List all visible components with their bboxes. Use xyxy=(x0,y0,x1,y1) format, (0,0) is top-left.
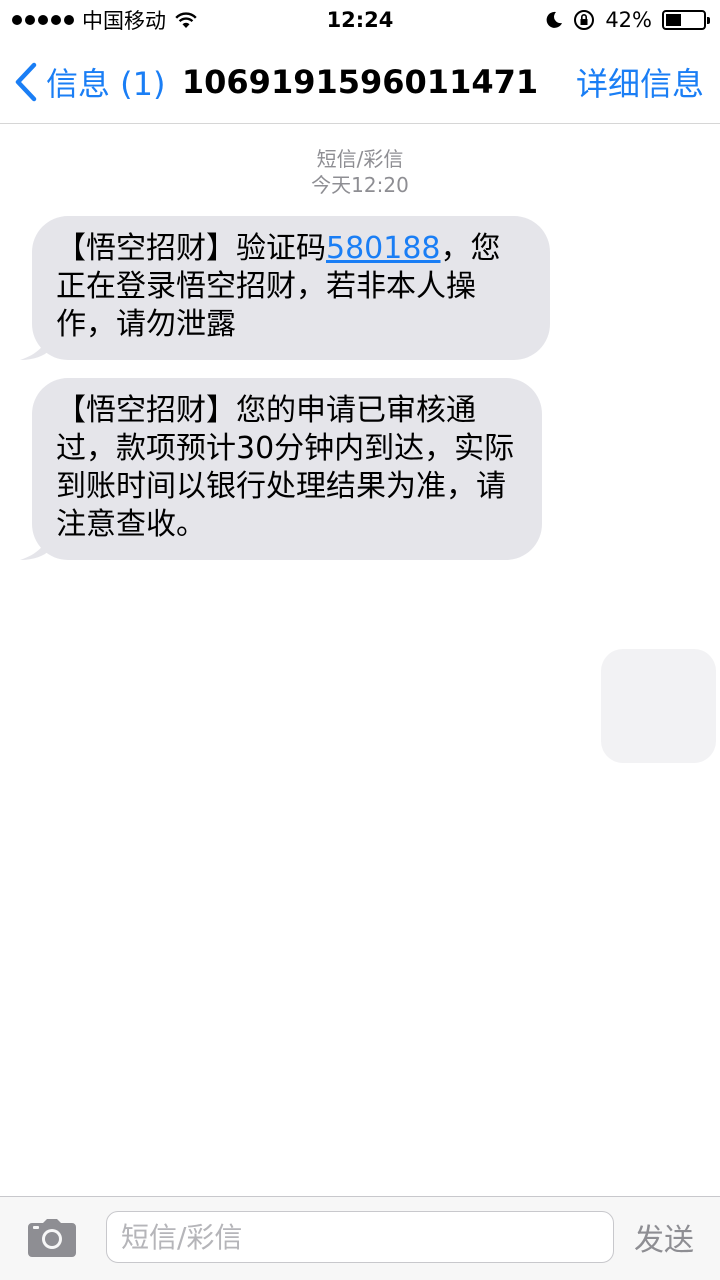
status-left: 中国移动 xyxy=(0,5,198,35)
message-text-prefix: 【悟空招财】验证码 xyxy=(56,231,326,266)
blank-message-placeholder xyxy=(601,649,716,763)
back-button[interactable]: 信息 (1) xyxy=(14,40,166,124)
camera-icon[interactable] xyxy=(28,1219,76,1257)
moon-icon xyxy=(546,11,563,28)
wifi-icon xyxy=(175,12,197,28)
send-button[interactable]: 发送 xyxy=(634,1215,694,1259)
signal-dots-icon xyxy=(12,15,74,25)
chevron-left-icon xyxy=(15,62,37,102)
message-text: 【悟空招财】您的申请已审核通过，款项预计30分钟内到达，实际到账时间以银行处理结… xyxy=(56,393,515,542)
compose-bar: 发送 xyxy=(0,1196,720,1280)
bubble-tail xyxy=(20,334,50,360)
battery-percent: 42% xyxy=(605,8,652,32)
battery-icon xyxy=(662,10,710,30)
message-bubble[interactable]: 【悟空招财】验证码580188，您正在登录悟空招财，若非本人操作，请勿泄露 xyxy=(20,216,550,360)
messages-screen: 中国移动 12:24 42% 信息 (1) 1069191596011471 详… xyxy=(0,0,720,1280)
message-input[interactable] xyxy=(106,1211,614,1263)
rotation-lock-icon xyxy=(574,10,595,30)
status-right: 42% xyxy=(545,8,720,32)
message-type-label: 短信/彩信 xyxy=(316,147,404,171)
back-button-label: 信息 (1) xyxy=(46,65,166,103)
status-bar: 中国移动 12:24 42% xyxy=(0,0,720,40)
battery-level-fill xyxy=(666,14,681,26)
bubble-tail xyxy=(20,534,50,560)
message-bubble[interactable]: 【悟空招财】您的申请已审核通过，款项预计30分钟内到达，实际到账时间以银行处理结… xyxy=(20,378,542,560)
message-timestamp: 今天12:20 xyxy=(311,173,409,197)
details-button[interactable]: 详细信息 xyxy=(576,40,704,124)
verification-code-link[interactable]: 580188 xyxy=(326,231,441,266)
nav-bar: 信息 (1) 1069191596011471 详细信息 xyxy=(0,40,720,124)
thread-meta: 短信/彩信 今天12:20 xyxy=(0,146,720,198)
carrier-name: 中国移动 xyxy=(82,9,166,33)
